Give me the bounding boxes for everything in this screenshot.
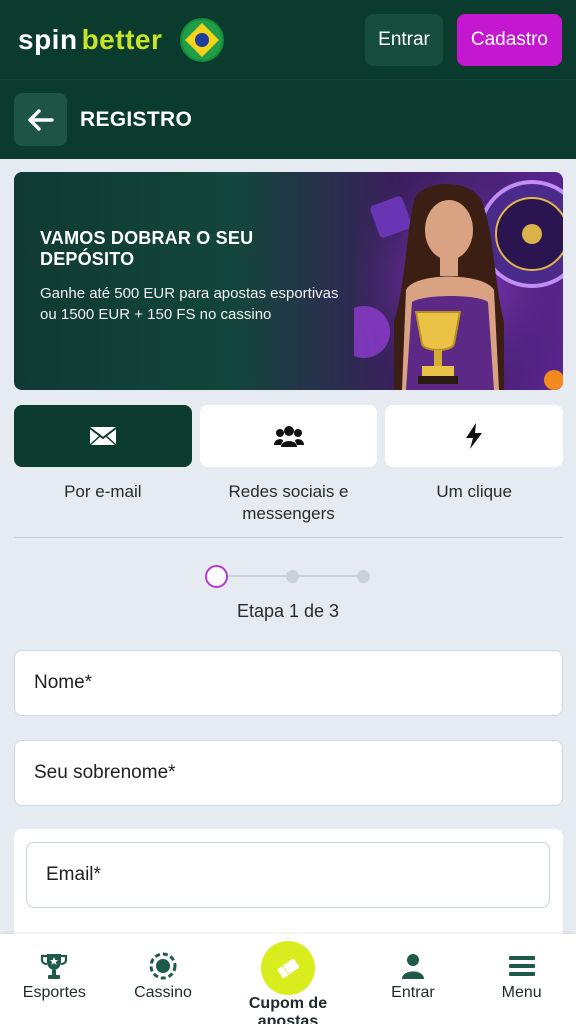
nav-casino[interactable]: Cassino	[109, 934, 218, 1024]
tab-email-label: Por e-mail	[64, 482, 142, 501]
first-name-field[interactable]: Nome*	[14, 650, 563, 716]
nav-menu[interactable]: Menu	[467, 934, 576, 1024]
tab-one-click-label: Um clique	[436, 482, 512, 501]
step-2-indicator	[286, 570, 299, 583]
email-field-card: Email*	[14, 829, 563, 949]
login-button[interactable]: Entrar	[365, 13, 443, 66]
step-1-indicator	[205, 565, 228, 588]
banner-description: Ganhe até 500 EUR para apostas esportiva…	[40, 285, 339, 323]
signup-button[interactable]: Cadastro	[456, 13, 562, 66]
casino-chip-icon	[149, 952, 177, 980]
page-title: REGISTRO	[80, 107, 193, 131]
step-3-indicator	[357, 570, 370, 583]
registration-method-tabs: Por e-mail Redes sociais e messengers Um…	[14, 405, 564, 525]
tab-email[interactable]: Por e-mail	[14, 405, 192, 525]
tab-social[interactable]: Redes sociais e messengers	[199, 405, 378, 525]
brazil-flag-icon[interactable]	[180, 17, 225, 62]
bottom-navigation: Esportes Cassino Cupom de apostas Entrar	[0, 934, 576, 1024]
tab-social-button[interactable]	[199, 405, 378, 467]
tab-email-button[interactable]	[14, 405, 192, 467]
logo[interactable]: spin better	[18, 17, 225, 62]
nav-casino-label: Cassino	[134, 984, 192, 1001]
step-label: Etapa 1 de 3	[236, 601, 340, 621]
banner-woman-trophy-illustration	[354, 172, 563, 390]
logo-better-text: better	[81, 23, 163, 55]
envelope-icon	[89, 427, 117, 446]
tab-one-click-button[interactable]	[385, 405, 564, 467]
hamburger-menu-icon	[508, 956, 535, 976]
nav-sports-label: Esportes	[22, 984, 86, 1001]
logo-spin-text: spin	[18, 23, 78, 55]
nav-bet-slip[interactable]: Cupom de apostas	[217, 934, 358, 1024]
nav-menu-label: Menu	[501, 984, 542, 1001]
user-icon	[401, 954, 424, 979]
arrow-left-icon	[27, 108, 54, 131]
nav-login-label: Entrar	[391, 984, 435, 1001]
nav-sports[interactable]: Esportes	[0, 934, 109, 1024]
users-icon	[273, 426, 304, 447]
trophy-icon	[41, 954, 68, 979]
banner-title: VAMOS DOBRAR O SEU DEPÓSITO	[40, 228, 254, 269]
bet-slip-button[interactable]	[260, 941, 315, 995]
divider	[14, 537, 563, 538]
nav-bet-slip-label: Cupom de apostas	[248, 995, 328, 1024]
email-field[interactable]: Email*	[26, 842, 550, 908]
nav-login[interactable]: Entrar	[359, 934, 468, 1024]
back-button[interactable]	[14, 93, 67, 146]
promo-banner[interactable]: VAMOS DOBRAR O SEU DEPÓSITO Ganhe até 50…	[14, 172, 563, 390]
step-progress	[205, 565, 371, 588]
top-header: spin better Entrar Cadastro	[0, 0, 576, 79]
lightning-icon	[466, 423, 483, 449]
tab-social-label: Redes sociais e messengers	[228, 482, 349, 523]
ticket-icon	[277, 958, 299, 978]
page-title-bar: REGISTRO	[0, 79, 576, 159]
surname-field[interactable]: Seu sobrenome*	[14, 740, 563, 806]
tab-one-click[interactable]: Um clique	[385, 405, 564, 525]
